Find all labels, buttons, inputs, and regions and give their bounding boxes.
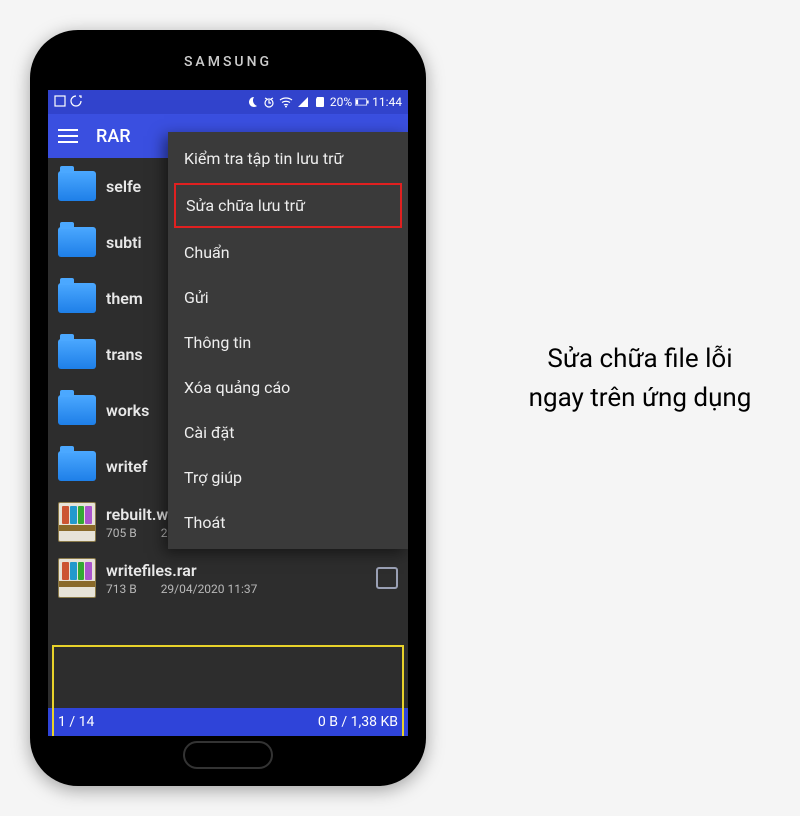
folder-icon bbox=[58, 283, 96, 313]
status-right: 20% 11:44 bbox=[245, 95, 402, 109]
menu-item[interactable]: Trợ giúp bbox=[168, 455, 408, 500]
rar-file-date: 29/04/2020 11:37 bbox=[161, 582, 258, 596]
menu-item[interactable]: Kiểm tra tập tin lưu trữ bbox=[168, 136, 408, 181]
folder-icon bbox=[58, 451, 96, 481]
menu-item[interactable]: Chuẩn bbox=[168, 230, 408, 275]
wifi-icon bbox=[279, 95, 293, 109]
checkbox[interactable] bbox=[376, 567, 398, 589]
menu-item[interactable]: Cài đặt bbox=[168, 410, 408, 455]
menu-item[interactable]: Xóa quảng cáo bbox=[168, 365, 408, 410]
menu-icon[interactable] bbox=[58, 129, 78, 143]
status-bar: 20% 11:44 bbox=[48, 90, 408, 114]
menu-popup: Kiểm tra tập tin lưu trữSửa chữa lưu trữ… bbox=[168, 132, 408, 549]
battery-icon bbox=[355, 95, 369, 109]
signal-icon bbox=[296, 95, 310, 109]
caption-line2: ngay trên ứng dụng bbox=[490, 379, 790, 418]
clock-text: 11:44 bbox=[372, 95, 402, 109]
folder-icon bbox=[58, 339, 96, 369]
selection-count: 1 / 14 bbox=[58, 714, 94, 730]
screenshot-icon bbox=[54, 95, 66, 110]
menu-item[interactable]: Thông tin bbox=[168, 320, 408, 365]
sd-icon bbox=[313, 95, 327, 109]
screen: 20% 11:44 RAR selfe subti them trans bbox=[48, 90, 408, 736]
menu-item[interactable]: Gửi bbox=[168, 275, 408, 320]
status-left bbox=[54, 95, 82, 110]
folder-icon bbox=[58, 171, 96, 201]
rar-icon bbox=[58, 502, 96, 542]
phone-mockup: 20% 11:44 RAR selfe subti them trans bbox=[30, 30, 426, 786]
rar-row[interactable]: writefiles.rar 713 B 29/04/2020 11:37 bbox=[48, 550, 408, 606]
bottom-bar: 1 / 14 0 B / 1,38 KB bbox=[48, 708, 408, 736]
battery-text: 20% bbox=[330, 95, 352, 109]
rar-file-name: writefiles.rar bbox=[106, 561, 366, 580]
folder-icon bbox=[58, 227, 96, 257]
menu-item[interactable]: Thoát bbox=[168, 500, 408, 545]
alarm-icon bbox=[262, 95, 276, 109]
folder-icon bbox=[58, 395, 96, 425]
caption-line1: Sửa chữa file lỗi bbox=[490, 340, 790, 379]
file-info: writefiles.rar 713 B 29/04/2020 11:37 bbox=[106, 561, 366, 596]
moon-icon bbox=[245, 95, 259, 109]
app-title: RAR bbox=[96, 126, 131, 147]
caption: Sửa chữa file lỗi ngay trên ứng dụng bbox=[490, 340, 790, 418]
selection-size: 0 B / 1,38 KB bbox=[318, 714, 398, 730]
rar-file-size: 713 B bbox=[106, 582, 137, 596]
rar-file-size: 705 B bbox=[106, 526, 137, 540]
sync-icon bbox=[70, 95, 82, 110]
rar-icon bbox=[58, 558, 96, 598]
rar-file-meta: 713 B 29/04/2020 11:37 bbox=[106, 582, 366, 596]
menu-item[interactable]: Sửa chữa lưu trữ bbox=[174, 183, 402, 228]
